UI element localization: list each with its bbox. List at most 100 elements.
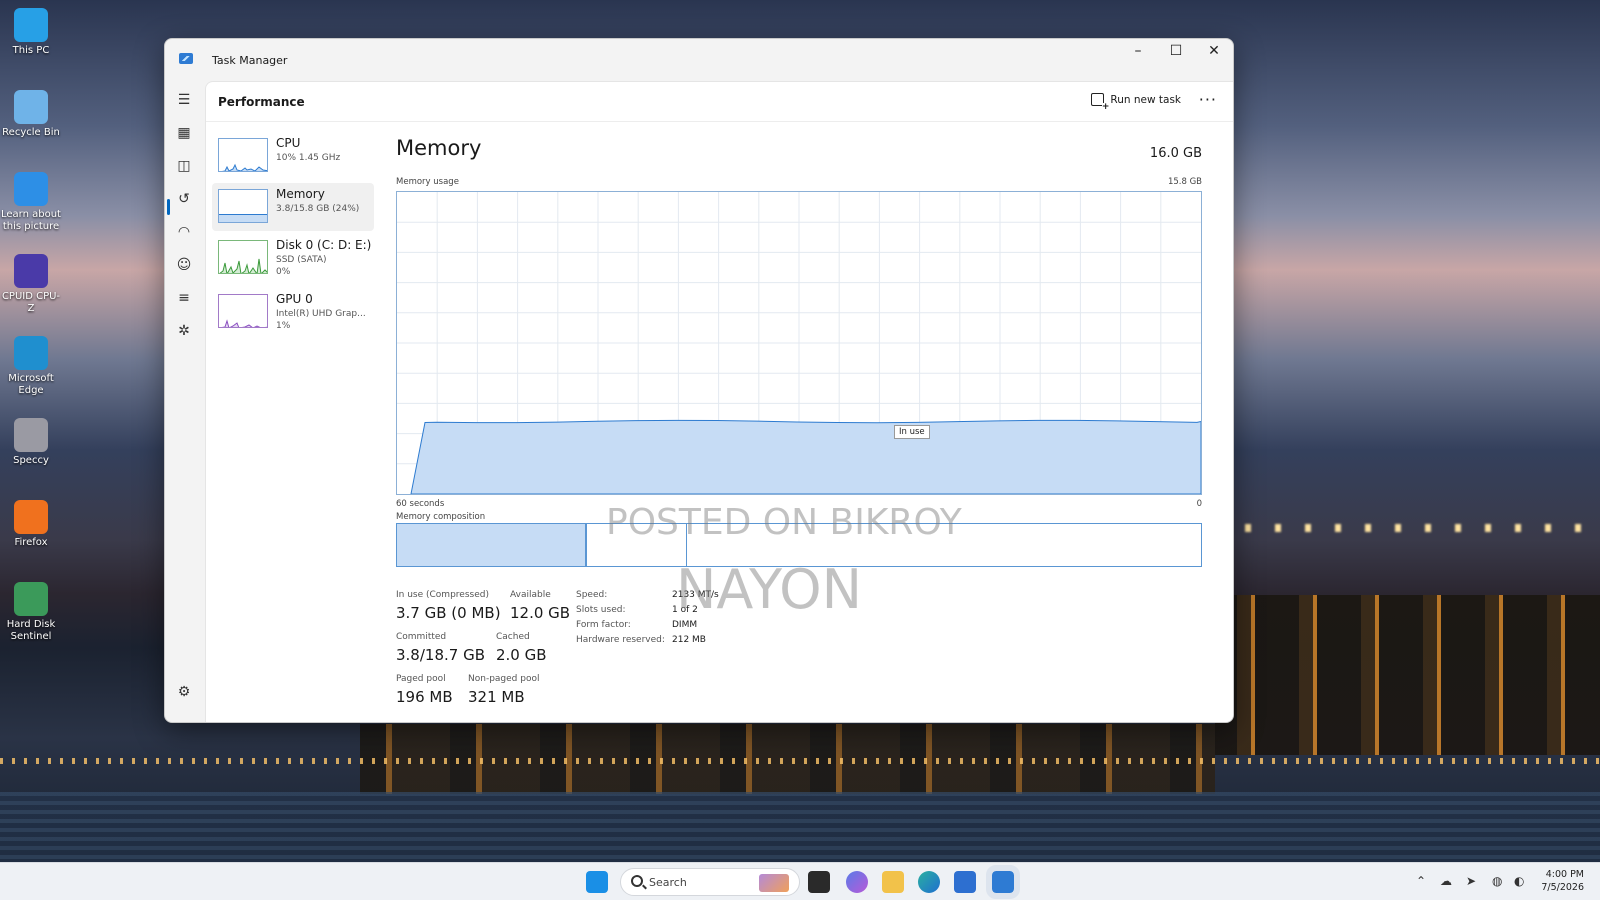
- desktop-icon[interactable]: Learn about this picture: [0, 172, 62, 233]
- settings-gear-icon[interactable]: ⚙: [175, 683, 193, 701]
- task-manager-taskbar-icon[interactable]: [986, 865, 1020, 899]
- form-factor-value: DIMM: [672, 620, 698, 630]
- desktop-icon-label: This PC: [12, 45, 50, 56]
- desktop-icon[interactable]: Recycle Bin: [0, 90, 62, 139]
- paged-pool-label: Paged pool: [396, 674, 446, 684]
- hardware-reserved-label: Hardware reserved:: [576, 635, 665, 645]
- speed-label: Speed:: [576, 590, 608, 600]
- slots-label: Slots used:: [576, 605, 626, 615]
- task-manager-window: Task Manager – ☐ ✕ ☰ ▦ ◫ ↺ ◠ ☺ ≡ ✲ ⚙ Per…: [164, 38, 1234, 723]
- cpu-label: CPU: [276, 136, 301, 150]
- cloud-offline-icon[interactable]: ☁: [1440, 874, 1452, 888]
- desktop-icon-image: [14, 582, 48, 616]
- store-icon[interactable]: [954, 871, 976, 893]
- perf-item-cpu[interactable]: CPU 10% 1.45 GHz: [212, 132, 374, 180]
- non-paged-pool-value: 321 MB: [468, 688, 525, 706]
- nav-rail: ☰ ▦ ◫ ↺ ◠ ☺ ≡ ✲ ⚙: [165, 81, 205, 722]
- perf-item-gpu[interactable]: GPU 0 Intel(R) UHD Grap... 1%: [212, 288, 374, 336]
- memory-composition-label: Memory composition: [396, 512, 486, 522]
- gpu-label: GPU 0: [276, 292, 313, 306]
- page-header: Performance Run new task ···: [206, 82, 1233, 122]
- start-windows-icon[interactable]: [586, 871, 608, 893]
- desktop-icon-image: [14, 172, 48, 206]
- memory-label: Memory: [276, 187, 325, 201]
- desktop-icon-label: Firefox: [14, 537, 48, 548]
- bridge-lights: [1215, 524, 1600, 532]
- bridge-pillars: [1215, 595, 1600, 755]
- maximize-button[interactable]: ☐: [1157, 39, 1195, 63]
- gpu-model-text: Intel(R) UHD Grap...: [276, 309, 366, 319]
- speed-value: 2133 MT/s: [672, 590, 719, 600]
- page-title: Performance: [218, 95, 305, 109]
- in-use-label: In use (Compressed): [396, 590, 489, 600]
- desktop-icon[interactable]: Firefox: [0, 500, 62, 549]
- services-icon[interactable]: ✲: [175, 322, 193, 340]
- available-value: 12.0 GB: [510, 604, 571, 622]
- desktop-icon-image: [14, 8, 48, 42]
- app-history-icon[interactable]: ↺: [175, 190, 193, 208]
- cpu-thumbnail: [218, 138, 268, 172]
- minimize-button[interactable]: –: [1119, 39, 1157, 63]
- memory-in-use-area: [410, 419, 1202, 495]
- run-new-task-label: Run new task: [1110, 93, 1181, 106]
- volume-icon[interactable]: ◐: [1514, 874, 1524, 888]
- file-explorer-icon[interactable]: [882, 871, 904, 893]
- memory-total: 16.0 GB: [1149, 146, 1202, 161]
- users-icon[interactable]: ☺: [175, 256, 193, 274]
- task-view-icon[interactable]: [808, 871, 830, 893]
- perf-item-disk[interactable]: Disk 0 (C: D: E:) SSD (SATA) 0%: [212, 234, 374, 282]
- processes-icon[interactable]: ▦: [175, 124, 193, 142]
- active-indicator: [167, 199, 170, 215]
- memory-usage-text: 3.8/15.8 GB (24%): [276, 204, 360, 214]
- desktop-icon-image: [14, 254, 48, 288]
- startup-apps-icon[interactable]: ◠: [175, 223, 193, 241]
- title-bar[interactable]: Task Manager – ☐ ✕: [165, 39, 1233, 81]
- desktop-icon-label: Microsoft Edge: [8, 373, 54, 396]
- desktop-icon[interactable]: Microsoft Edge: [0, 336, 62, 397]
- run-task-icon: [1091, 93, 1110, 112]
- network-globe-icon[interactable]: ◍: [1492, 874, 1502, 888]
- composition-modified: [591, 524, 687, 566]
- edge-icon[interactable]: [918, 871, 940, 893]
- location-icon[interactable]: ➤: [1466, 874, 1476, 888]
- show-hidden-icons-icon[interactable]: ⌃: [1416, 874, 1426, 888]
- more-options-button[interactable]: ···: [1199, 90, 1217, 109]
- committed-value: 3.8/18.7 GB: [396, 646, 485, 664]
- desktop-icon-label: Hard Disk Sentinel: [6, 619, 56, 642]
- desktop-icon[interactable]: Hard Disk Sentinel: [0, 582, 62, 643]
- gpu-usage-text: 1%: [276, 321, 291, 331]
- far-bridge-lights: [0, 758, 1600, 764]
- taskbar-clock[interactable]: 4:00 PM 7/5/2026: [1541, 868, 1584, 894]
- desktop-icon[interactable]: Speccy: [0, 418, 62, 467]
- in-use-tooltip: In use: [894, 425, 930, 439]
- run-new-task-button[interactable]: Run new task: [1091, 93, 1181, 112]
- memory-usage-label: Memory usage: [396, 177, 459, 187]
- desktop-icon-label: CPUID CPU-Z: [1, 291, 61, 314]
- memory-composition-bar: [396, 523, 1202, 567]
- details-icon[interactable]: ≡: [175, 289, 193, 307]
- cached-value: 2.0 GB: [496, 646, 547, 664]
- task-manager-icon: [179, 53, 193, 64]
- desktop-icon-image: [14, 500, 48, 534]
- disk-type-text: SSD (SATA): [276, 255, 327, 265]
- window-title: Task Manager: [212, 54, 288, 67]
- search-icon: [631, 875, 643, 887]
- committed-label: Committed: [396, 632, 447, 642]
- desktop-icon[interactable]: CPUID CPU-Z: [0, 254, 62, 315]
- perf-item-memory[interactable]: Memory 3.8/15.8 GB (24%): [212, 183, 374, 231]
- cached-label: Cached: [496, 632, 530, 642]
- performance-icon[interactable]: ◫: [175, 157, 193, 175]
- taskbar: Search ⌃ ☁ ➤ ◍ ◐ 4:00 PM 7/5/2026: [0, 862, 1600, 900]
- hamburger-menu-icon[interactable]: ☰: [175, 91, 193, 109]
- graph-x-left-label: 60 seconds: [396, 499, 445, 509]
- memory-usage-max: 15.8 GB: [1167, 177, 1202, 187]
- paged-pool-value: 196 MB: [396, 688, 453, 706]
- close-button[interactable]: ✕: [1195, 39, 1233, 63]
- copilot-icon[interactable]: [846, 871, 868, 893]
- search-highlight-icon: [759, 874, 789, 892]
- memory-thumbnail: [218, 189, 268, 223]
- performance-list: CPU 10% 1.45 GHz Memory 3.8/15.8 GB (24%…: [212, 132, 374, 339]
- taskbar-search[interactable]: Search: [620, 868, 800, 896]
- desktop-icon[interactable]: This PC: [0, 8, 62, 57]
- memory-title: Memory: [396, 136, 482, 160]
